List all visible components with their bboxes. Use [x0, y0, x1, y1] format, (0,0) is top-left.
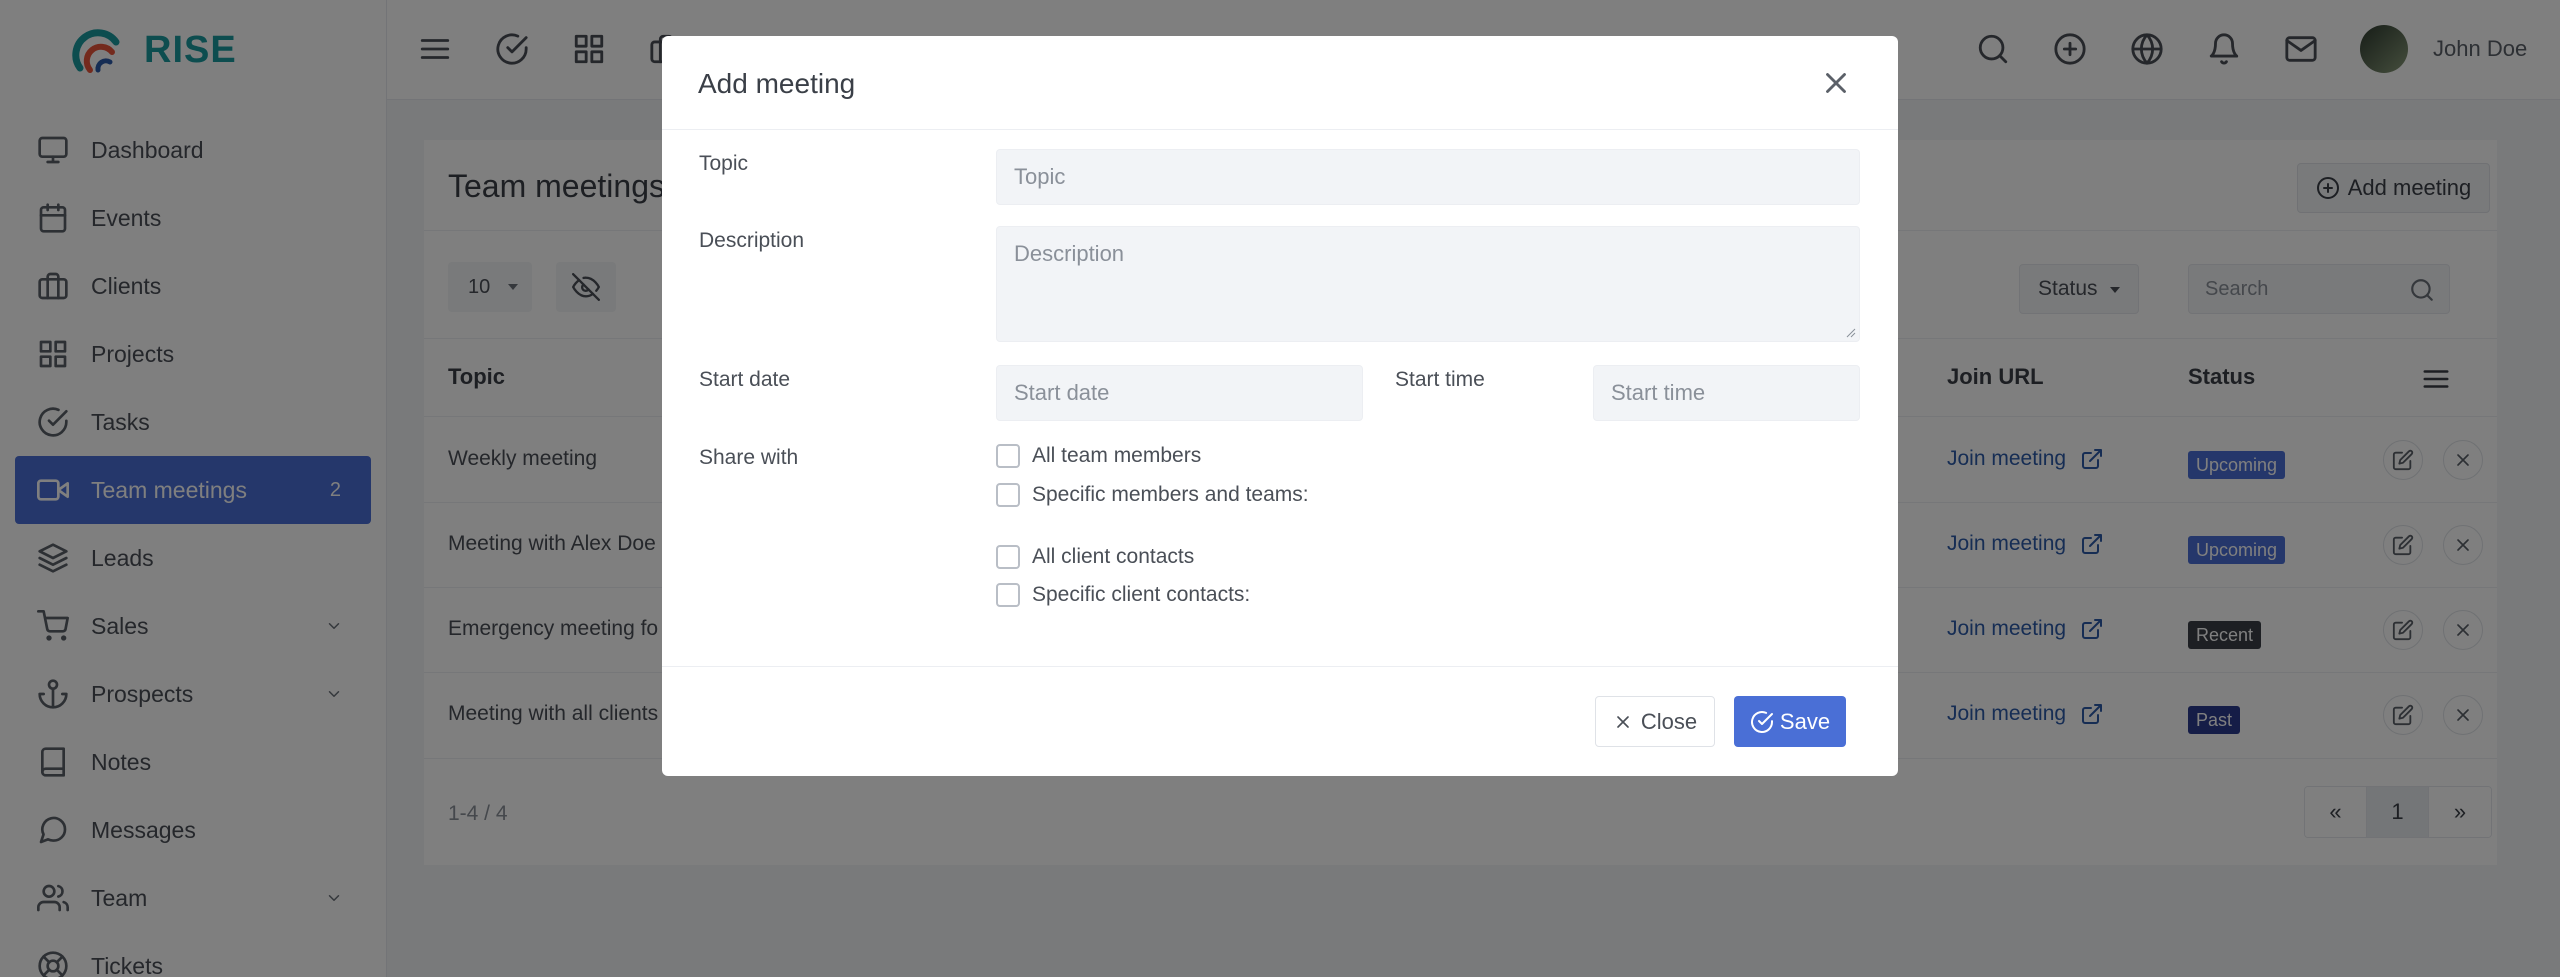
modal-header: Add meeting: [662, 36, 1898, 130]
modal-footer-divider: [662, 666, 1898, 667]
add-meeting-modal: Add meeting Topic Topic Description Desc…: [662, 36, 1898, 776]
topic-placeholder: Topic: [1014, 164, 1066, 189]
description-textarea[interactable]: Description: [996, 226, 1860, 342]
modal-title: Add meeting: [698, 68, 856, 99]
share-specific-client-contacts[interactable]: Specific client contacts:: [996, 583, 1250, 607]
checkbox[interactable]: [996, 583, 1020, 607]
checkbox[interactable]: [996, 545, 1020, 569]
save-button[interactable]: Save: [1734, 696, 1846, 747]
close-button-label: Close: [1640, 708, 1698, 734]
checkbox-label: All team members: [1032, 444, 1202, 467]
checkbox-label: Specific client contacts:: [1032, 583, 1251, 606]
start-time-label: Start time: [1395, 368, 1485, 391]
start-date-placeholder: Start date: [1014, 380, 1110, 405]
share-specific-members[interactable]: Specific members and teams:: [996, 483, 1309, 507]
checkbox[interactable]: [996, 444, 1020, 468]
check-circle-icon: [1750, 710, 1773, 733]
resize-handle-icon[interactable]: [1846, 328, 1856, 338]
close-button[interactable]: Close: [1595, 696, 1715, 747]
start-date-input[interactable]: Start date: [996, 365, 1363, 421]
topic-label: Topic: [699, 152, 749, 175]
start-time-placeholder: Start time: [1611, 380, 1706, 405]
checkbox[interactable]: [996, 483, 1020, 507]
description-label: Description: [699, 229, 805, 252]
share-all-team-members[interactable]: All team members: [996, 444, 1201, 468]
close-icon[interactable]: [1819, 66, 1853, 100]
close-icon: [1617, 715, 1629, 728]
checkbox-label: Specific members and teams:: [1032, 483, 1309, 506]
start-time-input[interactable]: Start time: [1593, 365, 1860, 421]
checkbox-label: All client contacts: [1032, 545, 1195, 568]
topic-input[interactable]: Topic: [996, 149, 1860, 205]
save-button-label: Save: [1779, 708, 1831, 734]
share-all-client-contacts[interactable]: All client contacts: [996, 545, 1194, 569]
share-with-label: Share with: [699, 446, 799, 469]
description-placeholder: Description: [1014, 241, 1125, 266]
start-date-label: Start date: [699, 368, 791, 391]
